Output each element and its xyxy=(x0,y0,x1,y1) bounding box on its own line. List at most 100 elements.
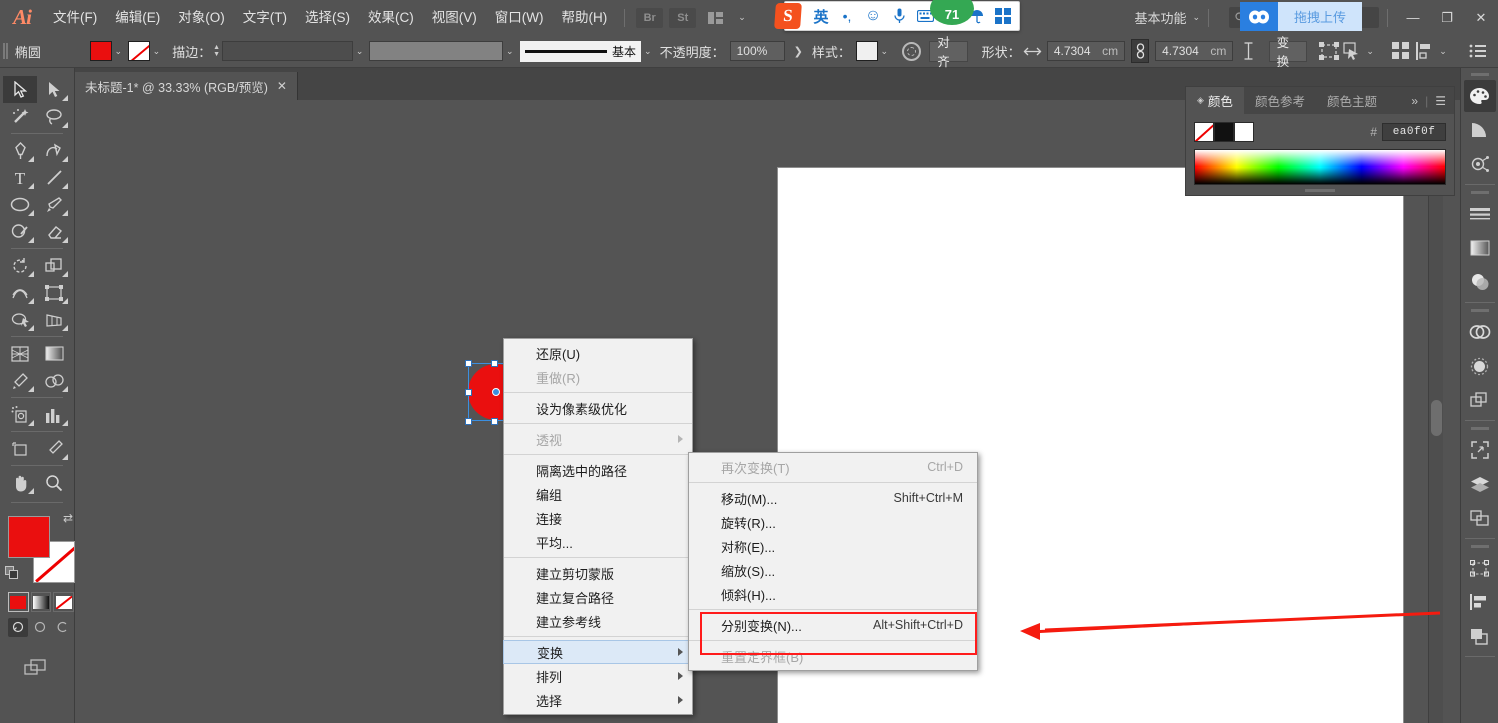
bbox-handle-tl[interactable] xyxy=(465,360,472,367)
submenu-transform-each[interactable]: 分别变换(N)... Alt+Shift+Ctrl+D xyxy=(689,613,977,637)
type-tool[interactable]: T xyxy=(3,164,37,191)
stroke-style-dropdown[interactable]: 基本 xyxy=(519,40,642,62)
gradient-tool[interactable] xyxy=(37,340,71,367)
stroke-profile-dropdown[interactable] xyxy=(369,41,503,61)
expand-panels-icon[interactable]: » xyxy=(1411,94,1418,108)
menu-edit[interactable]: 编辑(E) xyxy=(106,0,169,35)
pen-tool[interactable] xyxy=(3,137,37,164)
document-tab[interactable]: 未标题-1* @ 33.33% (RGB/预览) ✕ xyxy=(75,72,298,100)
width-tool[interactable] xyxy=(3,279,37,306)
close-icon[interactable]: ✕ xyxy=(277,79,287,93)
distribute-icon[interactable] xyxy=(1413,40,1436,62)
bbox-handle-tc[interactable] xyxy=(491,360,498,367)
dock-grip-1[interactable] xyxy=(1469,70,1491,79)
stock-icon[interactable]: St xyxy=(669,7,697,28)
ime-punctuation-icon[interactable]: •, xyxy=(835,4,859,28)
dock-grip-3[interactable] xyxy=(1469,306,1491,315)
ctx-transform[interactable]: 变换 xyxy=(503,640,693,664)
direct-selection-tool[interactable] xyxy=(37,76,71,103)
tab-color-themes[interactable]: 颜色主题 xyxy=(1316,87,1388,114)
ime-microphone-icon[interactable] xyxy=(887,4,911,28)
stroke-style-caret-icon[interactable]: ⌄ xyxy=(644,46,652,57)
color-mode-gradient-button[interactable] xyxy=(30,592,52,612)
ctx-undo[interactable]: 还原(U) xyxy=(504,341,692,365)
gradient-panel-button[interactable] xyxy=(1464,232,1496,264)
fill-color-swatch[interactable] xyxy=(89,41,112,61)
stroke-panel-button[interactable] xyxy=(1464,198,1496,230)
stroke-caret-icon[interactable]: ⌄ xyxy=(153,46,161,57)
artboards-button[interactable] xyxy=(1464,468,1496,500)
document-setup-icon[interactable] xyxy=(1467,40,1490,62)
swatch-black[interactable] xyxy=(1214,122,1234,142)
graphic-style-swatch[interactable] xyxy=(855,41,878,61)
zoom-tool[interactable] xyxy=(37,469,71,496)
line-segment-tool[interactable] xyxy=(37,164,71,191)
dock-grip-4[interactable] xyxy=(1469,424,1491,433)
shape-width-input[interactable]: 4.7304 cm xyxy=(1046,41,1126,61)
ctx-group[interactable]: 编组 xyxy=(504,482,692,506)
scale-tool[interactable] xyxy=(37,252,71,279)
ctx-make-pixel-perfect[interactable]: 设为像素级优化 xyxy=(504,396,692,420)
rotate-tool[interactable] xyxy=(3,252,37,279)
layers-panel-button[interactable] xyxy=(1464,384,1496,416)
curvature-tool[interactable] xyxy=(37,137,71,164)
transform-button[interactable]: 变换 xyxy=(1268,36,1307,69)
color-guide-button[interactable] xyxy=(1464,114,1496,146)
bbox-handle-bl[interactable] xyxy=(465,418,472,425)
stroke-weight-caret-icon[interactable]: ⌄ xyxy=(356,46,364,57)
tab-color[interactable]: ◈ 颜色 xyxy=(1186,87,1244,114)
mesh-tool[interactable] xyxy=(3,340,37,367)
close-button[interactable]: ✕ xyxy=(1464,0,1498,35)
ctx-average[interactable]: 平均... xyxy=(504,530,692,554)
menu-effect[interactable]: 效果(C) xyxy=(359,0,423,35)
sogou-logo-icon[interactable]: S xyxy=(774,3,802,29)
fill-proxy-swatch[interactable] xyxy=(8,516,50,558)
baidu-netdisk-upload-overlay[interactable]: 拖拽上传 xyxy=(1240,2,1363,31)
menu-help[interactable]: 帮助(H) xyxy=(552,0,616,35)
transparency-panel-button[interactable] xyxy=(1464,266,1496,298)
swap-fill-stroke-icon[interactable]: ⇄ xyxy=(63,511,73,525)
paintbrush-tool[interactable] xyxy=(37,191,71,218)
submenu-reflect[interactable]: 对称(E)... xyxy=(689,534,977,558)
dock-grip-2[interactable] xyxy=(1469,188,1491,197)
menu-object[interactable]: 对象(O) xyxy=(169,0,234,35)
graphic-styles-button[interactable] xyxy=(1464,350,1496,382)
hand-tool[interactable] xyxy=(3,469,37,496)
menu-select[interactable]: 选择(S) xyxy=(296,0,359,35)
distribute-caret-icon[interactable]: ⌄ xyxy=(1439,46,1447,57)
workspace-caret-icon[interactable]: ⌄ xyxy=(1192,12,1200,23)
lasso-tool[interactable] xyxy=(37,103,71,130)
menu-type[interactable]: 文字(T) xyxy=(234,0,296,35)
appearance-panel-button[interactable] xyxy=(1464,316,1496,348)
column-graph-tool[interactable] xyxy=(37,401,71,428)
control-bar-grip[interactable] xyxy=(0,35,9,68)
ctx-isolate-selected-path[interactable]: 隔离选中的路径 xyxy=(504,458,692,482)
eraser-tool[interactable] xyxy=(37,218,71,245)
shaper-tool[interactable] xyxy=(3,218,37,245)
menu-view[interactable]: 视图(V) xyxy=(423,0,486,35)
color-spectrum-bar[interactable] xyxy=(1194,149,1446,185)
draw-normal-button[interactable] xyxy=(8,618,28,637)
ctx-make-compound-path[interactable]: 建立复合路径 xyxy=(504,585,692,609)
baidu-upload-label[interactable]: 拖拽上传 xyxy=(1278,2,1363,31)
draw-inside-button[interactable] xyxy=(52,618,72,637)
panel-collapse-icon[interactable]: ◈ xyxy=(1197,95,1204,106)
minimize-button[interactable]: — xyxy=(1396,0,1430,35)
ctx-select[interactable]: 选择 xyxy=(504,688,692,712)
ctx-arrange[interactable]: 排列 xyxy=(504,664,692,688)
shape-builder-tool[interactable] xyxy=(3,306,37,333)
ellipse-center-anchor[interactable] xyxy=(492,388,500,396)
select-similar-caret-icon[interactable]: ⌄ xyxy=(1366,46,1374,57)
selection-tool[interactable] xyxy=(3,76,37,103)
baidu-netdisk-icon[interactable] xyxy=(1240,2,1278,31)
screen-mode-button[interactable] xyxy=(0,659,74,677)
color-mode-none-button[interactable] xyxy=(53,592,75,612)
hex-input[interactable]: ea0f0f xyxy=(1382,123,1446,141)
menu-window[interactable]: 窗口(W) xyxy=(486,0,553,35)
default-fill-stroke-icon[interactable] xyxy=(5,566,18,584)
pathfinder-button[interactable] xyxy=(1464,620,1496,652)
submenu-shear[interactable]: 倾斜(H)... xyxy=(689,582,977,606)
stroke-weight-input[interactable] xyxy=(221,41,353,61)
submenu-scale[interactable]: 缩放(S)... xyxy=(689,558,977,582)
align-button[interactable]: 对齐 xyxy=(929,36,968,69)
